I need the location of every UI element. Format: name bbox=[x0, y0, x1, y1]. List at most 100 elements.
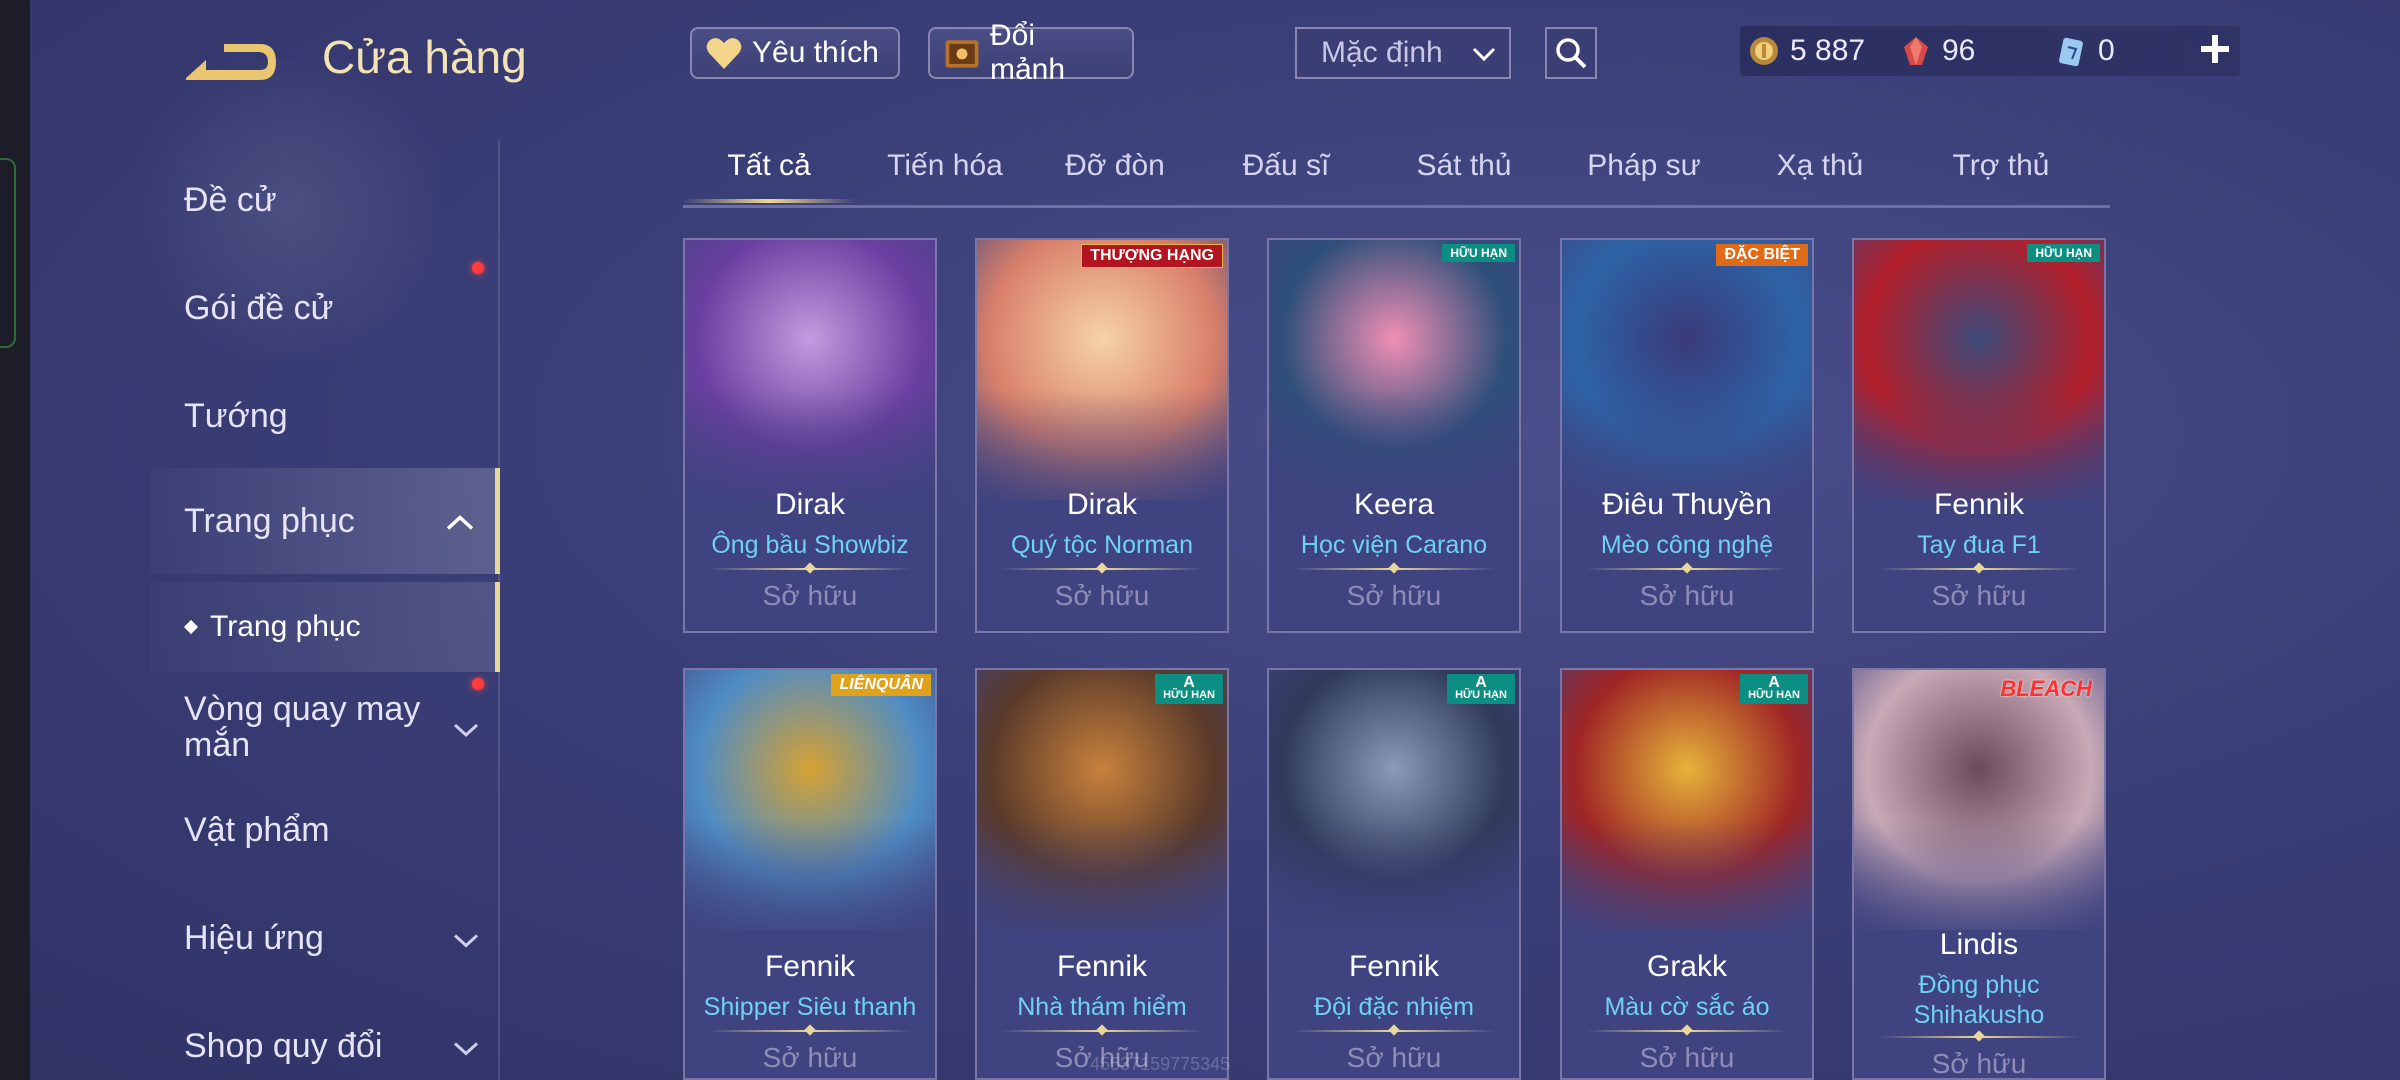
card-separator bbox=[709, 1030, 911, 1032]
sidebar-subitem-label: Trang phục bbox=[210, 610, 361, 643]
skin-card[interactable]: A HỮU HẠN Grakk Màu cờ sắc áo Sở hữu bbox=[1560, 668, 1814, 1080]
page-title: Cửa hàng bbox=[322, 31, 527, 83]
skin-name: Đội đặc nhiệm bbox=[1314, 993, 1474, 1021]
favorites-button[interactable]: Yêu thích bbox=[690, 27, 900, 79]
owned-status: Sở hữu bbox=[1931, 580, 2027, 611]
search-button[interactable] bbox=[1545, 27, 1597, 79]
chevron-down-icon bbox=[1471, 36, 1497, 70]
card-separator bbox=[1586, 568, 1788, 570]
sort-dropdown[interactable]: Mặc định bbox=[1295, 27, 1511, 79]
skin-name: Mèo công nghệ bbox=[1600, 531, 1774, 559]
owned-status: Sở hữu bbox=[1639, 580, 1735, 611]
tab-assassin[interactable]: Sát thủ bbox=[1405, 149, 1523, 183]
hero-name: Dirak bbox=[1066, 488, 1137, 521]
sidebar-item-effects[interactable]: Hiệu ứng bbox=[150, 908, 500, 968]
plus-icon bbox=[2201, 35, 2229, 63]
sidebar-item-label: Đề cử bbox=[184, 180, 277, 219]
gem-balance: 96 bbox=[1900, 30, 1975, 72]
card-separator bbox=[709, 568, 911, 570]
role-tabs: Tất cả Tiến hóa Đỡ đòn Đấu sĩ Sát thủ Ph… bbox=[683, 135, 2110, 208]
card-separator bbox=[1586, 1030, 1788, 1032]
skin-badge: A HỮU HẠN bbox=[1155, 674, 1223, 704]
exchange-fragments-button[interactable]: Đổi mảnh bbox=[928, 19, 1134, 86]
sidebar-item-exchange-shop[interactable]: Shop quy đổi bbox=[150, 1016, 500, 1076]
tab-fighter[interactable]: Đấu sĩ bbox=[1231, 149, 1341, 183]
sidebar-item-heroes[interactable]: Tướng bbox=[150, 386, 500, 446]
skin-name: Ông bầu Showbiz bbox=[711, 531, 909, 559]
card-separator bbox=[1001, 1030, 1203, 1032]
sidebar-item-label: Shop quy đổi bbox=[184, 1026, 383, 1065]
tab-all[interactable]: Tất cả bbox=[707, 149, 831, 183]
sidebar-item-label: Vật phẩm bbox=[184, 810, 330, 849]
skin-card[interactable]: LIÊNQUÂN Fennik Shipper Siêu thanh Sở hữu bbox=[683, 668, 937, 1080]
card-separator bbox=[1878, 1036, 2080, 1038]
sidebar-item-recommended[interactable]: Đề cử bbox=[150, 170, 500, 230]
card-fade bbox=[1269, 820, 1519, 970]
sidebar-item-lucky-spin[interactable]: Vòng quay may mắn bbox=[150, 682, 500, 772]
skin-badge: ĐẶC BIỆT bbox=[1716, 244, 1808, 266]
hero-name: Fennik bbox=[1933, 488, 2025, 521]
skin-card[interactable]: HỮU HẠN Fennik Tay đua F1 Sở hữu bbox=[1852, 238, 2106, 633]
skin-card[interactable]: THƯỢNG HẠNG Dirak Quý tộc Norman Sở hữu bbox=[975, 238, 1229, 633]
gem-amount: 96 bbox=[1942, 34, 1976, 67]
hero-name: Fennik bbox=[764, 950, 856, 983]
card-separator bbox=[1293, 1030, 1495, 1032]
sidebar-item-skins[interactable]: Trang phục bbox=[150, 468, 500, 574]
owned-status: Sở hữu bbox=[1346, 580, 1442, 611]
sidebar-item-label: Hiệu ứng bbox=[184, 918, 324, 957]
back-arrow-icon bbox=[186, 44, 276, 80]
red-gem-icon bbox=[1904, 37, 1928, 65]
search-icon bbox=[1556, 38, 1587, 69]
skin-card[interactable]: BLEACH Lindis Đồng phục Shihakusho Sở hữu bbox=[1852, 668, 2106, 1080]
skin-badge: THƯỢNG HẠNG bbox=[1081, 244, 1223, 268]
chevron-down-icon bbox=[452, 1027, 480, 1066]
add-currency-button[interactable] bbox=[2194, 28, 2236, 70]
chevron-down-icon bbox=[452, 709, 480, 745]
skin-card[interactable]: HỮU HẠN Keera Học viện Carano Sở hữu bbox=[1267, 238, 1521, 633]
skin-card[interactable]: ĐẶC BIỆT Điêu Thuyền Mèo công nghệ Sở hữu bbox=[1560, 238, 1814, 633]
skin-card[interactable]: A HỮU HẠN Fennik Nhà thám hiểm Sở hữu bbox=[975, 668, 1229, 1080]
chevron-up-icon bbox=[445, 502, 475, 541]
sort-value: Mặc định bbox=[1321, 36, 1443, 69]
card-fade bbox=[977, 820, 1227, 970]
hero-name: Keera bbox=[1353, 488, 1435, 521]
badge-grade: A bbox=[1768, 674, 1780, 691]
skin-badge: HỮU HẠN bbox=[2027, 244, 2100, 262]
skin-name: Quý tộc Norman bbox=[1010, 531, 1193, 559]
skin-badge: LIÊNQUÂN bbox=[831, 674, 931, 696]
hero-name: Lindis bbox=[1939, 928, 2019, 961]
skin-card[interactable]: A HỮU HẠN Fennik Đội đặc nhiệm Sở hữu bbox=[1267, 668, 1521, 1080]
sidebar-item-bundles[interactable]: Gói đề cử bbox=[150, 278, 500, 338]
skin-name: Đồng phục Shihakusho bbox=[1913, 971, 2045, 1029]
skin-name: Shipper Siêu thanh bbox=[703, 993, 917, 1021]
chevron-down-icon bbox=[452, 919, 480, 958]
tab-evolution[interactable]: Tiến hóa bbox=[875, 149, 1015, 183]
sidebar-item-label: Trang phục bbox=[184, 501, 355, 540]
voucher-icon bbox=[2059, 37, 2083, 67]
sidebar-subitem-skins[interactable]: Trang phục bbox=[150, 582, 500, 672]
voucher-balance: 0 bbox=[2056, 30, 2115, 72]
hero-name: Fennik bbox=[1348, 950, 1440, 983]
floating-side-tab[interactable] bbox=[0, 158, 16, 348]
skin-badge: BLEACH bbox=[2000, 676, 2092, 701]
diamond-bullet-icon bbox=[183, 619, 199, 635]
card-separator bbox=[1293, 568, 1495, 570]
tab-tank[interactable]: Đỡ đòn bbox=[1053, 149, 1177, 183]
badge-label: HỮU HẠN bbox=[1163, 689, 1215, 701]
tab-support[interactable]: Trợ thủ bbox=[1943, 149, 2059, 183]
back-button[interactable] bbox=[180, 34, 280, 88]
owned-status: Sở hữu bbox=[762, 580, 858, 611]
badge-grade: A bbox=[1475, 674, 1487, 691]
tab-mage[interactable]: Pháp sư bbox=[1583, 149, 1705, 183]
card-separator bbox=[1878, 568, 2080, 570]
skin-name: Tay đua F1 bbox=[1917, 531, 2041, 559]
tab-marksman[interactable]: Xạ thủ bbox=[1765, 149, 1875, 183]
sidebar-item-label: Gói đề cử bbox=[184, 288, 334, 327]
favorites-label: Yêu thích bbox=[752, 36, 879, 69]
watermark-text: 45537159775345 bbox=[1090, 1054, 1231, 1074]
owned-status: Sở hữu bbox=[1346, 1042, 1442, 1073]
skin-card[interactable]: Dirak Ông bầu Showbiz Sở hữu bbox=[683, 238, 937, 633]
sidebar-item-items[interactable]: Vật phẩm bbox=[150, 800, 500, 860]
card-fade bbox=[685, 820, 935, 970]
badge-grade: A bbox=[1183, 674, 1195, 691]
